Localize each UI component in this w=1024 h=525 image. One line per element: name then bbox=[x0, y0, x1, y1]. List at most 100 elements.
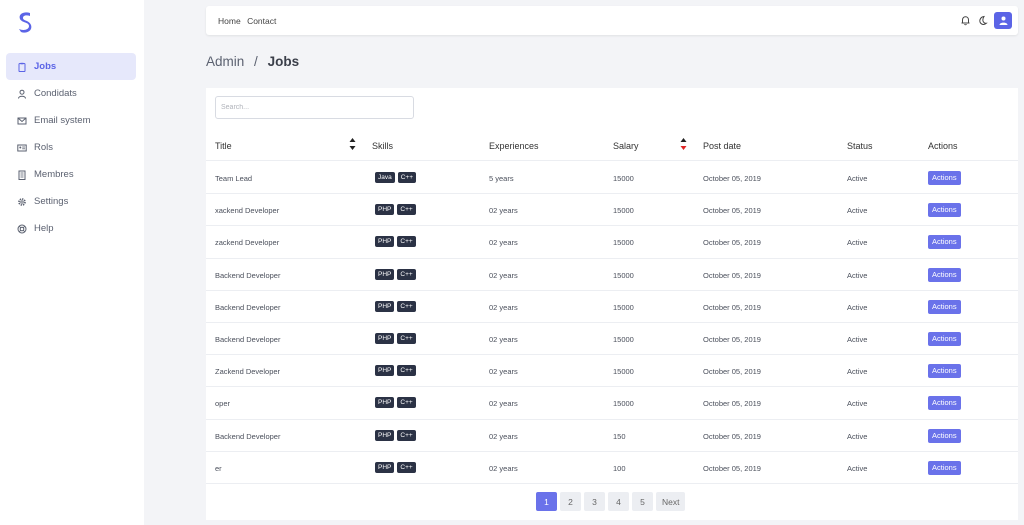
breadcrumb-root[interactable]: Admin bbox=[206, 54, 244, 69]
sidebar-item-condidats[interactable]: Condidats bbox=[6, 80, 136, 107]
table-row: zackend Developer PHP C++ 02 years 15000 Octo… bbox=[206, 226, 1018, 259]
table-row: Backend Developer PHP C++ 02 years 15000 Octo… bbox=[206, 291, 1018, 323]
table-row: er PHP C++ 02 years 100 October 05, 2019 Activ… bbox=[206, 452, 1018, 484]
skills-list: Java C++ bbox=[375, 172, 419, 183]
sort-salary-icon[interactable] bbox=[680, 137, 687, 151]
clipboard-icon bbox=[17, 62, 27, 72]
actions-button[interactable]: Actions bbox=[928, 396, 961, 411]
header-title[interactable]: Title bbox=[215, 141, 232, 151]
sidebar-item-label: Jobs bbox=[34, 61, 57, 72]
skill-badge: Java bbox=[375, 172, 395, 183]
table-row: Zackend Developer PHP C++ 02 years 15000 Octo… bbox=[206, 355, 1018, 388]
user-icon bbox=[17, 89, 27, 99]
cell-salary: 15000 bbox=[613, 399, 634, 409]
sidebar-item-jobs[interactable]: Jobs bbox=[6, 53, 136, 80]
actions-button[interactable]: Actions bbox=[928, 203, 961, 218]
search-input[interactable] bbox=[215, 96, 414, 119]
sidebar-item-label: Membres bbox=[34, 169, 74, 180]
skill-badge: C++ bbox=[397, 204, 416, 216]
cell-salary: 15000 bbox=[613, 367, 634, 377]
header-actions: Actions bbox=[928, 141, 958, 151]
skills-list: PHP C++ bbox=[375, 332, 419, 344]
skill-badge: C++ bbox=[397, 172, 417, 183]
sidebar-nav: Jobs Condidats Email system Rols Membres bbox=[6, 53, 136, 242]
breadcrumb-separator: / bbox=[254, 54, 258, 69]
skills-list: PHP C++ bbox=[375, 300, 419, 312]
cell-status: Active bbox=[847, 463, 868, 473]
actions-button[interactable]: Actions bbox=[928, 460, 961, 475]
pagination: 1 2 3 4 5 Next bbox=[536, 492, 688, 511]
home-link[interactable]: Home bbox=[218, 16, 241, 26]
skill-badge: PHP bbox=[375, 236, 395, 248]
cell-status: Active bbox=[847, 174, 868, 183]
moon-icon[interactable] bbox=[976, 15, 988, 27]
cell-title: er bbox=[215, 463, 222, 473]
sidebar-item-help[interactable]: Help bbox=[6, 215, 136, 242]
sidebar-item-membres[interactable]: Membres bbox=[6, 161, 136, 188]
sidebar: Jobs Condidats Email system Rols Membres bbox=[0, 0, 144, 525]
skills-list: PHP C++ bbox=[375, 268, 419, 280]
table-row: Backend Developer PHP C++ 02 years 150 Octobe… bbox=[206, 420, 1018, 452]
page-button-3[interactable]: 3 bbox=[584, 492, 605, 511]
page-title: Jobs bbox=[267, 54, 300, 69]
skill-badge: C++ bbox=[397, 429, 416, 441]
header-status: Status bbox=[847, 141, 873, 151]
header-post-date: Post date bbox=[703, 141, 742, 151]
skill-badge: C++ bbox=[397, 300, 416, 312]
sidebar-item-email-system[interactable]: Email system bbox=[6, 107, 136, 134]
actions-button[interactable]: Actions bbox=[928, 428, 961, 443]
header-salary[interactable]: Salary bbox=[613, 141, 639, 151]
actions-button[interactable]: Actions bbox=[928, 235, 961, 250]
actions-button[interactable]: Actions bbox=[928, 331, 961, 346]
page-button-4[interactable]: 4 bbox=[608, 492, 629, 511]
cell-salary: 15000 bbox=[613, 174, 634, 183]
actions-button[interactable]: Actions bbox=[928, 364, 961, 379]
skill-badge: PHP bbox=[375, 268, 395, 280]
skill-badge: PHP bbox=[375, 204, 395, 216]
jobs-card: Title Skills Experiences Salary Post dat… bbox=[206, 88, 1018, 520]
table-body: Team Lead Java C++ 5 years 15000 October 05, … bbox=[206, 162, 1018, 484]
page-button-1[interactable]: 1 bbox=[536, 492, 557, 511]
bell-icon[interactable] bbox=[959, 15, 971, 27]
skill-badge: PHP bbox=[375, 300, 395, 312]
next-page-button[interactable]: Next bbox=[656, 492, 686, 511]
building-icon bbox=[17, 170, 27, 180]
cell-experience: 02 years bbox=[489, 270, 518, 280]
logo-icon bbox=[19, 12, 32, 33]
sort-title-icon[interactable] bbox=[349, 137, 356, 151]
skill-badge: PHP bbox=[375, 429, 395, 441]
mail-icon bbox=[17, 116, 27, 126]
cell-status: Active bbox=[847, 431, 868, 441]
sidebar-item-rols[interactable]: Rols bbox=[6, 134, 136, 161]
cell-status: Active bbox=[847, 206, 868, 216]
skill-badge: PHP bbox=[375, 461, 395, 473]
actions-button[interactable]: Actions bbox=[928, 299, 961, 314]
cell-status: Active bbox=[847, 270, 868, 280]
table-row: Team Lead Java C++ 5 years 15000 October 05, … bbox=[206, 162, 1018, 195]
skills-list: PHP C++ bbox=[375, 236, 419, 248]
cell-post-date: October 05, 2019 bbox=[703, 334, 761, 344]
sidebar-item-label: Email system bbox=[34, 115, 91, 126]
sidebar-item-label: Help bbox=[34, 223, 54, 234]
actions-button[interactable]: Actions bbox=[928, 171, 961, 185]
cell-post-date: October 05, 2019 bbox=[703, 302, 761, 312]
table-header: Title Skills Experiences Salary Post dat… bbox=[206, 131, 1018, 161]
table-row: xackend Developer PHP C++ 02 years 15000 Octo… bbox=[206, 194, 1018, 227]
skills-list: PHP C++ bbox=[375, 429, 419, 441]
page-button-5[interactable]: 5 bbox=[632, 492, 653, 511]
header-experiences: Experiences bbox=[489, 141, 539, 151]
cell-title: xackend Developer bbox=[215, 206, 280, 216]
contact-link[interactable]: Contact bbox=[247, 16, 276, 26]
cell-experience: 02 years bbox=[489, 367, 518, 377]
cell-post-date: October 05, 2019 bbox=[703, 174, 761, 183]
cell-post-date: October 05, 2019 bbox=[703, 270, 761, 280]
cell-salary: 15000 bbox=[613, 334, 634, 344]
topbar-icons bbox=[954, 12, 1012, 29]
sidebar-item-settings[interactable]: Settings bbox=[6, 188, 136, 215]
topbar-links: Home Contact bbox=[218, 16, 280, 26]
actions-button[interactable]: Actions bbox=[928, 267, 961, 282]
cell-title: Backend Developer bbox=[215, 270, 281, 280]
page-button-2[interactable]: 2 bbox=[560, 492, 581, 511]
avatar[interactable] bbox=[994, 12, 1012, 29]
cell-post-date: October 05, 2019 bbox=[703, 367, 761, 377]
